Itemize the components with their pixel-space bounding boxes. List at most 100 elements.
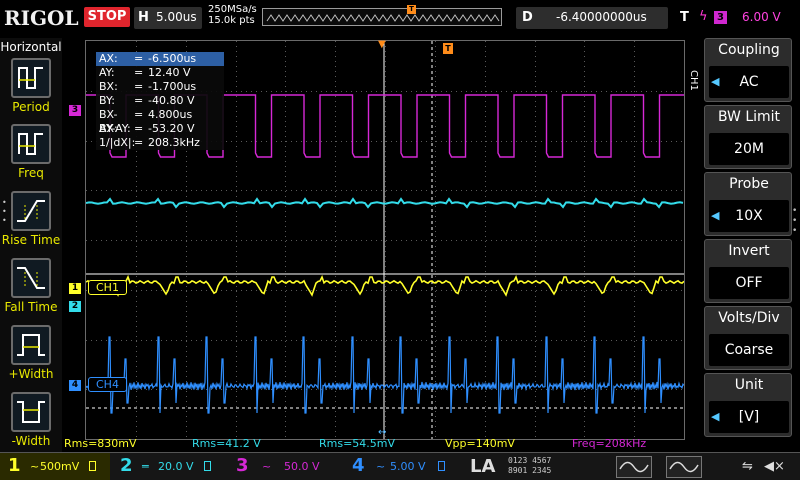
channel-3-status[interactable]: 3 ~ 50.0 V [226, 453, 338, 480]
period-label: Period [12, 100, 50, 114]
cursor-ay-value: 12.40 V [148, 66, 191, 79]
cursor-by-value: -40.80 V [148, 94, 195, 107]
run-stop-status[interactable]: STOP [84, 7, 130, 27]
top-status-bar: RIGOL STOP H 5.00us 250MSa/s 15.0k pts T… [0, 0, 800, 38]
unit-menu[interactable]: Unit [V] ◀ [704, 373, 792, 437]
usb-icon: ⇋ [742, 459, 753, 474]
channel-2-number: 2 [120, 455, 133, 476]
bw-limit-icon [204, 461, 211, 471]
cursor-row-bx-ax: BX-AX: = 4.800us [96, 108, 224, 135]
channel-2-status[interactable]: 2 ═ 20.0 V [112, 453, 222, 480]
measurement-3[interactable]: Rms=54.5mV [319, 437, 395, 450]
channel-2-offset-marker[interactable]: 2 [69, 301, 81, 312]
channel-1-number: 1 [8, 455, 21, 476]
channel-4-status[interactable]: 4 ~ 5.00 V [342, 453, 454, 480]
invert-menu[interactable]: Invert OFF [704, 239, 792, 303]
channel-4-label: CH4 [88, 377, 127, 392]
negative-width-button[interactable] [11, 392, 51, 432]
channel-4-number: 4 [352, 455, 365, 476]
channel-3-number: 3 [236, 455, 249, 476]
channel-3-coupling-icon: ~ [262, 460, 272, 473]
knob-arrow-icon: ◀ [711, 209, 720, 222]
la-bits-top: 0123 4567 [508, 456, 552, 465]
negative-width-label: -Width [11, 434, 51, 448]
frequency-button[interactable] [11, 124, 51, 164]
speaker-muted-icon[interactable]: ◀× [764, 459, 785, 474]
bw-limit-icon [89, 461, 96, 471]
page-dots: • • • [2, 198, 7, 225]
bw-limit-title: BW Limit [717, 109, 781, 125]
bw-limit-value: 20M [709, 133, 789, 165]
invert-value: OFF [709, 267, 789, 299]
channel-1-offset-marker[interactable]: 1 [69, 283, 81, 294]
coupling-menu[interactable]: Coupling AC ◀ [704, 38, 792, 102]
sample-rate: 250MSa/s [208, 4, 257, 15]
acquisition-info: 250MSa/s 15.0k pts [208, 4, 257, 26]
channel-2-scale: 20.0 V [158, 460, 194, 473]
period-icon [18, 67, 43, 89]
trigger-t-marker-icon: T [443, 43, 453, 54]
bw-limit-icon [438, 461, 445, 471]
cursor-ay-name: AY: [99, 66, 115, 79]
measurement-4[interactable]: Vpp=140mV [445, 437, 515, 450]
trigger-position-marker-icon[interactable]: ▼ [378, 39, 386, 50]
cursor-row-by: BY: = -40.80 V [96, 94, 224, 108]
positive-width-icon [17, 334, 45, 356]
channel-4-offset-marker[interactable]: 4 [69, 380, 81, 391]
coupling-title: Coupling [718, 42, 780, 58]
measurement-5[interactable]: Freq=208kHz [572, 437, 646, 450]
channel-4-coupling-icon: ~ [376, 460, 386, 473]
cursor-delta-y-value: -53.20 V [148, 122, 195, 135]
cursor-bx-name: BX: [99, 80, 118, 93]
measurement-row: Rms=830mV Rms=41.2 V Rms=54.5mV Vpp=140m… [62, 437, 700, 452]
knob-arrow-icon: ◀ [711, 410, 720, 423]
cursor-ax-value: -6.500us [148, 52, 197, 65]
page-dots-icon: • • • [792, 206, 798, 236]
bw-limit-menu[interactable]: BW Limit 20M [704, 105, 792, 169]
source-2-sine-icon[interactable] [666, 456, 702, 478]
falling-edge-icon: ϟ [699, 9, 708, 24]
cursor-row-bx: BX: = -1.700us [96, 80, 224, 94]
cursor-bx-value: -1.700us [148, 80, 197, 93]
channel-3-offset-marker[interactable]: 3 [69, 105, 81, 116]
cursor-row-ay: AY: = 12.40 V [96, 66, 224, 80]
negative-width-icon [17, 401, 45, 423]
logic-analyzer-label[interactable]: LA [470, 456, 495, 477]
source-1-sine-icon[interactable] [616, 456, 652, 478]
la-bits-bottom: 8901 2345 [508, 466, 552, 475]
probe-value: 10X [709, 200, 789, 232]
menu-channel-tag: CH1 [688, 70, 699, 91]
positive-width-button[interactable] [11, 325, 51, 365]
volts-div-title: Volts/Div [718, 310, 780, 326]
rise-time-label: Rise Time [1, 233, 61, 247]
cursor-inv-dx-value: 208.3kHz [148, 136, 200, 149]
volts-div-menu[interactable]: Volts/Div Coarse [704, 306, 792, 370]
probe-menu[interactable]: Probe 10X ◀ [704, 172, 792, 236]
channel-1-scale: 500mV [40, 460, 80, 473]
volts-div-value: Coarse [709, 334, 789, 366]
fall-time-button[interactable] [11, 258, 51, 298]
memory-position-bar[interactable]: T [262, 5, 502, 26]
rise-time-button[interactable] [11, 191, 51, 231]
fall-time-icon [17, 267, 45, 289]
cursor-readout-table: AX: = -6.500us AY: = 12.40 V BX: = -1.700us BY… [96, 52, 224, 150]
cursor-equals: = [134, 80, 144, 93]
period-button[interactable] [11, 58, 51, 98]
cursor-equals: = [134, 52, 144, 65]
cursor-equals: = [134, 122, 144, 135]
channel-1-status[interactable]: 1 ~ 500mV [0, 453, 110, 480]
channel-3-scale: 50.0 V [284, 460, 320, 473]
trigger-level-value[interactable]: 6.00 V [742, 10, 781, 24]
timebase-display[interactable]: H 5.00us [134, 7, 202, 29]
horizontal-measure-panel: Horizontal Period Freq • • • Rise Time Fal… [0, 38, 62, 452]
measurement-2[interactable]: Rms=41.2 V [192, 437, 261, 450]
delay-display[interactable]: D -6.40000000us [516, 7, 668, 29]
fall-time-label: Fall Time [4, 300, 58, 314]
channel-menu-panel: Coupling AC ◀ BW Limit 20M Probe 10X ◀ I… [700, 38, 800, 452]
frequency-label: Freq [18, 166, 44, 180]
channel-1-coupling-icon: ~ [30, 460, 40, 473]
probe-title: Probe [729, 176, 769, 192]
cursor-row-ax[interactable]: AX: = -6.500us [96, 52, 224, 66]
cursor-equals: = [134, 66, 144, 79]
measurement-1[interactable]: Rms=830mV [64, 437, 137, 450]
